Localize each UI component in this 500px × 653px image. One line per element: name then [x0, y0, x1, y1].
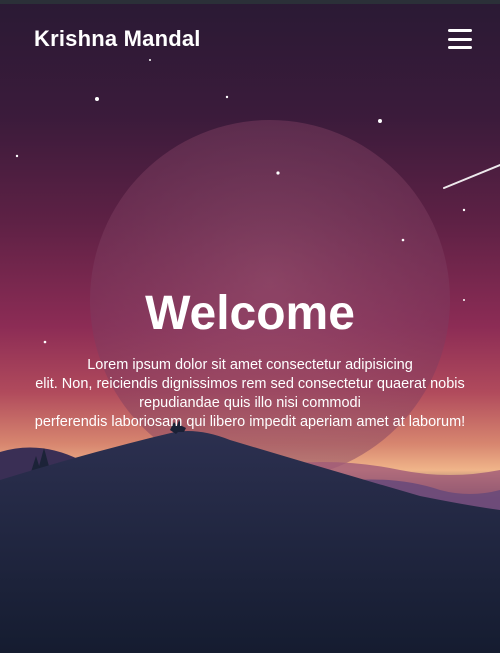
- star: [95, 97, 99, 101]
- hero-description: Lorem ipsum dolor sit amet consectetur a…: [0, 356, 500, 432]
- menu-line: [448, 37, 472, 41]
- menu-line: [448, 29, 472, 32]
- shooting-star: [443, 164, 500, 189]
- brand-logo[interactable]: Krishna Mandal: [34, 26, 201, 52]
- hero-text-line: elit. Non, reiciendis dignissimos rem se…: [35, 376, 465, 392]
- star: [15, 154, 19, 158]
- star: [462, 208, 466, 212]
- hamburger-menu-icon[interactable]: [448, 29, 472, 49]
- star: [401, 238, 405, 242]
- hero-section: Welcome Lorem ipsum dolor sit amet conse…: [0, 284, 500, 432]
- star: [225, 95, 229, 99]
- navbar: Krishna Mandal: [0, 4, 500, 74]
- star: [276, 171, 280, 175]
- hero-text-line: Lorem ipsum dolor sit amet consectetur a…: [87, 357, 413, 373]
- star: [378, 119, 382, 123]
- main-hill: [0, 431, 500, 653]
- hero-text-line: perferendis laboriosam qui libero impedi…: [34, 414, 466, 430]
- menu-line: [448, 46, 472, 49]
- hero-text-line: repudiandae quis illo nisi commodi: [139, 395, 361, 411]
- hero-title: Welcome: [145, 287, 355, 340]
- page: Krishna Mandal Welcome Lorem ipsum dolor…: [0, 0, 500, 653]
